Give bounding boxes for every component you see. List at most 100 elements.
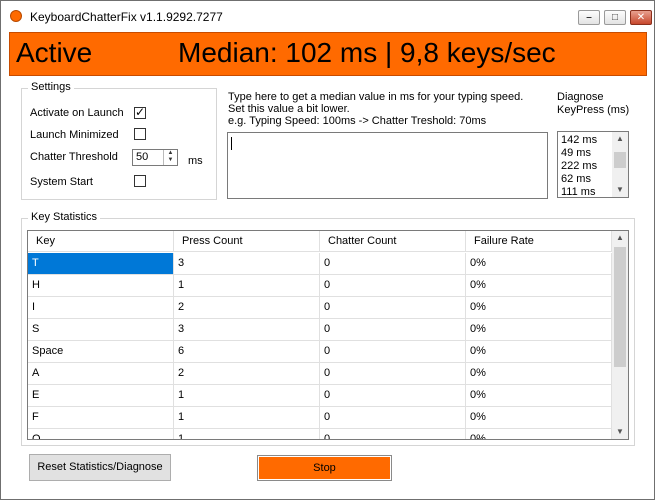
cell-chatter-count[interactable]: 0: [320, 275, 466, 297]
scroll-down-icon[interactable]: ▼: [612, 425, 628, 439]
stepper-spin[interactable]: ▲ ▼: [163, 150, 177, 165]
cell-failure-rate[interactable]: 0%: [466, 429, 612, 439]
cell-press-count[interactable]: 1: [174, 407, 320, 429]
grid-header: Key Press Count Chatter Count Failure Ra…: [28, 231, 612, 253]
cell-key[interactable]: T: [28, 253, 174, 275]
hint-line-1: Type here to get a median value in ms fo…: [228, 91, 524, 103]
diagnose-item[interactable]: 142 ms: [561, 134, 597, 147]
cell-key[interactable]: Space: [28, 341, 174, 363]
chatter-threshold-label: Chatter Threshold: [30, 151, 118, 163]
cell-key[interactable]: S: [28, 319, 174, 341]
cell-press-count[interactable]: 1: [174, 275, 320, 297]
table-row[interactable]: H 1 0 0%: [28, 275, 612, 297]
column-header-chatter-count[interactable]: Chatter Count: [320, 231, 466, 252]
scroll-up-icon[interactable]: ▲: [612, 132, 628, 146]
text-caret: [231, 137, 232, 150]
cell-chatter-count[interactable]: 0: [320, 297, 466, 319]
reset-statistics-button[interactable]: Reset Statistics/Diagnose: [29, 454, 171, 481]
column-header-key[interactable]: Key: [28, 231, 174, 252]
cell-key[interactable]: E: [28, 385, 174, 407]
scroll-down-icon[interactable]: ▼: [612, 183, 628, 197]
table-row[interactable]: I 2 0 0%: [28, 297, 612, 319]
title-bar[interactable]: KeyboardChatterFix v1.1.9292.7277 – □ ✕: [1, 1, 654, 31]
cell-press-count[interactable]: 1: [174, 429, 320, 439]
status-text: Active: [16, 37, 93, 68]
stepper-up-icon[interactable]: ▲: [164, 150, 177, 157]
activate-on-launch-label: Activate on Launch: [30, 107, 124, 119]
cell-press-count[interactable]: 3: [174, 253, 320, 275]
minimize-button[interactable]: –: [578, 10, 600, 25]
app-window: KeyboardChatterFix v1.1.9292.7277 – □ ✕ …: [0, 0, 655, 500]
diagnose-list[interactable]: 142 ms 49 ms 222 ms 62 ms 111 ms ▲ ▼: [557, 131, 629, 198]
table-row[interactable]: E 1 0 0%: [28, 385, 612, 407]
scroll-up-icon[interactable]: ▲: [612, 231, 628, 245]
launch-minimized-checkbox[interactable]: [134, 128, 146, 140]
system-start-label: System Start: [30, 176, 93, 188]
cell-key[interactable]: I: [28, 297, 174, 319]
settings-legend: Settings: [28, 81, 74, 93]
cell-chatter-count[interactable]: 0: [320, 341, 466, 363]
cell-key[interactable]: H: [28, 275, 174, 297]
system-start-checkbox[interactable]: [134, 175, 146, 187]
cell-failure-rate[interactable]: 0%: [466, 363, 612, 385]
chatter-threshold-stepper[interactable]: 50 ▲ ▼: [132, 149, 178, 166]
table-row[interactable]: T 3 0 0%: [28, 253, 612, 275]
cell-press-count[interactable]: 3: [174, 319, 320, 341]
cell-failure-rate[interactable]: 0%: [466, 275, 612, 297]
cell-failure-rate[interactable]: 0%: [466, 341, 612, 363]
cell-failure-rate[interactable]: 0%: [466, 253, 612, 275]
table-row[interactable]: Space 6 0 0%: [28, 341, 612, 363]
chatter-threshold-value: 50: [136, 151, 149, 163]
cell-press-count[interactable]: 6: [174, 341, 320, 363]
table-row[interactable]: O 1 0 0%: [28, 429, 612, 439]
app-icon: [10, 10, 22, 22]
cell-key[interactable]: F: [28, 407, 174, 429]
cell-chatter-count[interactable]: 0: [320, 319, 466, 341]
cell-press-count[interactable]: 1: [174, 385, 320, 407]
diagnose-item[interactable]: 62 ms: [561, 173, 597, 186]
maximize-button[interactable]: □: [604, 10, 626, 25]
cell-press-count[interactable]: 2: [174, 297, 320, 319]
stepper-down-icon[interactable]: ▼: [164, 157, 177, 164]
table-row[interactable]: F 1 0 0%: [28, 407, 612, 429]
column-header-press-count[interactable]: Press Count: [174, 231, 320, 252]
activate-on-launch-checkbox[interactable]: ✓: [134, 105, 146, 119]
key-statistics-grid[interactable]: Key Press Count Chatter Count Failure Ra…: [27, 230, 629, 440]
typing-test-input[interactable]: [227, 132, 548, 199]
cell-failure-rate[interactable]: 0%: [466, 319, 612, 341]
diagnose-item[interactable]: 111 ms: [561, 186, 597, 197]
key-statistics-legend: Key Statistics: [28, 211, 101, 223]
table-row[interactable]: A 2 0 0%: [28, 363, 612, 385]
column-header-failure-rate[interactable]: Failure Rate: [466, 231, 612, 252]
cell-failure-rate[interactable]: 0%: [466, 385, 612, 407]
median-stats: Median: 102 ms | 9,8 keys/sec: [178, 37, 556, 68]
cell-key[interactable]: A: [28, 363, 174, 385]
diagnose-scrollbar[interactable]: ▲ ▼: [612, 132, 628, 197]
diagnose-items: 142 ms 49 ms 222 ms 62 ms 111 ms: [561, 134, 597, 197]
cell-chatter-count[interactable]: 0: [320, 363, 466, 385]
cell-key[interactable]: O: [28, 429, 174, 439]
scroll-thumb[interactable]: [614, 152, 626, 168]
check-icon: ✓: [135, 105, 146, 119]
cell-chatter-count[interactable]: 0: [320, 253, 466, 275]
diagnose-label: Diagnose KeyPress (ms): [557, 91, 637, 117]
launch-minimized-label: Launch Minimized: [30, 129, 119, 141]
cell-chatter-count[interactable]: 0: [320, 407, 466, 429]
close-button[interactable]: ✕: [630, 10, 652, 25]
cell-press-count[interactable]: 2: [174, 363, 320, 385]
cell-chatter-count[interactable]: 0: [320, 385, 466, 407]
typing-hint: Type here to get a median value in ms fo…: [228, 91, 548, 127]
grid-scrollbar[interactable]: ▲ ▼: [612, 231, 628, 439]
scroll-thumb[interactable]: [614, 247, 626, 367]
close-icon: ✕: [636, 12, 646, 23]
diagnose-item[interactable]: 222 ms: [561, 160, 597, 173]
maximize-icon: □: [611, 12, 619, 23]
stop-button[interactable]: Stop: [257, 455, 392, 481]
table-row[interactable]: S 3 0 0%: [28, 319, 612, 341]
minimize-icon: –: [586, 12, 592, 23]
diagnose-label-line-1: Diagnose: [557, 91, 604, 103]
diagnose-item[interactable]: 49 ms: [561, 147, 597, 160]
cell-failure-rate[interactable]: 0%: [466, 297, 612, 319]
cell-failure-rate[interactable]: 0%: [466, 407, 612, 429]
cell-chatter-count[interactable]: 0: [320, 429, 466, 439]
